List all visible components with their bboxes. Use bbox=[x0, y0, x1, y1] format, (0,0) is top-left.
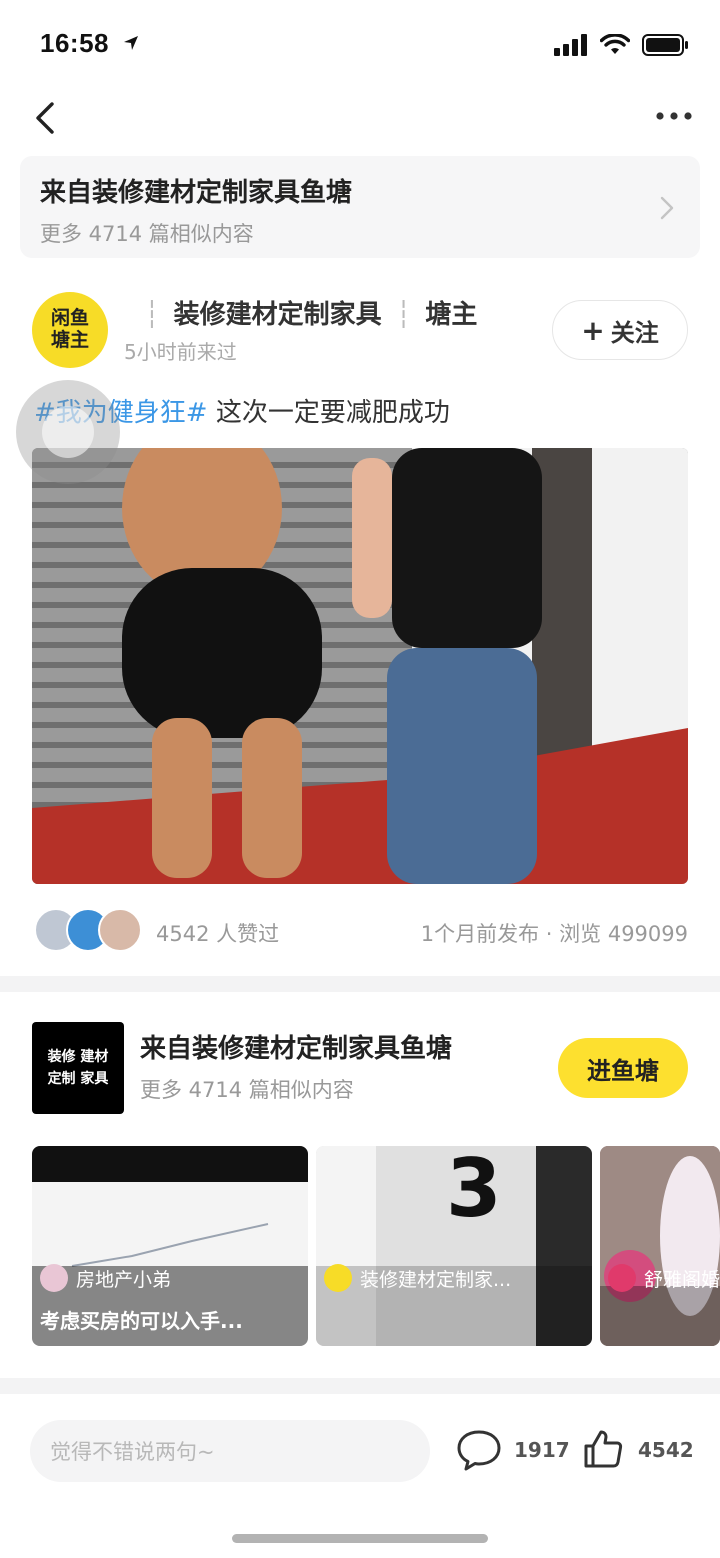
comment-input[interactable]: 觉得不错说两句~ bbox=[30, 1420, 430, 1482]
related-post-author-name: 舒雅阁婚 bbox=[644, 1268, 720, 1291]
author-role: 塘主 bbox=[425, 300, 478, 330]
enter-pond-button[interactable]: 进鱼塘 bbox=[558, 1038, 688, 1098]
related-post-card[interactable]: 舒雅阁婚 bbox=[600, 1146, 720, 1346]
location-arrow-icon bbox=[124, 36, 138, 50]
section-divider bbox=[0, 976, 720, 992]
like-count: 4542 bbox=[638, 1438, 694, 1462]
svg-text:3: 3 bbox=[446, 1146, 502, 1235]
plus-icon: + bbox=[581, 313, 605, 347]
related-post-author: 装修建材定制家... bbox=[324, 1264, 511, 1292]
post-stats: 4542 人赞过 1个月前发布 · 浏览 499099 bbox=[0, 900, 720, 962]
wedding-thumbnail bbox=[600, 1146, 720, 1346]
pond-logo-line2: 定制 家具 bbox=[47, 1071, 109, 1087]
author-line[interactable]: ┆ 装修建材定制家具 ┆ 塘主 bbox=[130, 294, 477, 331]
separator: ┆ bbox=[395, 300, 412, 330]
pond-section: 装修 建材 定制 家具 来自装修建材定制家具鱼塘 更多 4714 篇相似内容 进… bbox=[0, 992, 720, 1378]
author-mini-avatar bbox=[40, 1264, 68, 1292]
thumbs-up-icon[interactable] bbox=[582, 1428, 624, 1470]
follow-label: 关注 bbox=[610, 318, 659, 347]
pond-title: 来自装修建材定制家具鱼塘 bbox=[140, 1034, 453, 1064]
more-options-icon[interactable] bbox=[654, 104, 694, 128]
author-mini-avatar bbox=[324, 1264, 352, 1292]
signal-icon bbox=[554, 34, 587, 56]
liker-avatars[interactable] bbox=[34, 908, 144, 954]
related-post-caption: 考虑买房的可以入手... bbox=[40, 1309, 243, 1333]
related-post-author: 房地产小弟 bbox=[40, 1264, 171, 1292]
status-time: 16:58 bbox=[40, 28, 109, 58]
author-avatar[interactable]: 闲鱼 塘主 bbox=[32, 292, 108, 368]
status-indicators bbox=[554, 34, 690, 56]
author-name: 装修建材定制家具 bbox=[173, 300, 382, 330]
status-bar: 16:58 bbox=[0, 0, 720, 90]
related-post-author-name: 房地产小弟 bbox=[76, 1268, 172, 1291]
wifi-icon bbox=[600, 34, 630, 54]
assistive-touch-button[interactable] bbox=[16, 380, 120, 484]
chevron-right-icon bbox=[660, 196, 674, 220]
related-post-card[interactable]: 房地产小弟 考虑买房的可以入手... bbox=[32, 1146, 308, 1346]
related-post-card[interactable]: 3 装修建材定制家... bbox=[316, 1146, 592, 1346]
pond-subtitle: 更多 4714 篇相似内容 bbox=[140, 1078, 354, 1102]
avatar-text-line2: 塘主 bbox=[50, 329, 89, 351]
author-last-seen: 5小时前来过 bbox=[124, 340, 237, 364]
post-body: 这次一定要减肥成功 bbox=[207, 398, 450, 428]
source-pond-title: 来自装修建材定制家具鱼塘 bbox=[40, 178, 353, 208]
related-post-author-name: 装修建材定制家... bbox=[360, 1268, 512, 1291]
liker-avatar bbox=[98, 908, 142, 952]
pond-logo-line1: 装修 建材 bbox=[47, 1048, 109, 1065]
battery-icon bbox=[642, 34, 688, 56]
follow-button[interactable]: + 关注 bbox=[552, 300, 688, 360]
post-photo bbox=[32, 448, 688, 884]
nav-bar bbox=[0, 90, 720, 146]
back-arrow-icon[interactable] bbox=[28, 98, 68, 138]
publish-info: 1个月前发布 · 浏览 499099 bbox=[420, 922, 688, 946]
post-image[interactable] bbox=[32, 448, 688, 884]
post-header: 闲鱼 塘主 ┆ 装修建材定制家具 ┆ 塘主 5小时前来过 + 关注 bbox=[0, 280, 720, 380]
separator: ┆ bbox=[144, 300, 160, 330]
comment-icon[interactable] bbox=[456, 1428, 502, 1472]
related-posts: 房地产小弟 考虑买房的可以入手... 3 装修建材定制家... 舒雅阁婚 bbox=[32, 1146, 720, 1346]
related-post-author: 舒雅阁婚 bbox=[608, 1264, 720, 1292]
comment-count: 1917 bbox=[514, 1438, 570, 1462]
author-mini-avatar bbox=[608, 1264, 636, 1292]
jersey-thumbnail: 3 bbox=[316, 1146, 592, 1346]
section-divider bbox=[0, 1378, 720, 1394]
pond-logo[interactable]: 装修 建材 定制 家具 bbox=[32, 1022, 124, 1114]
home-indicator[interactable] bbox=[232, 1534, 488, 1543]
bottom-action-bar: 觉得不错说两句~ 1917 4542 bbox=[0, 1394, 720, 1558]
avatar-text-line1: 闲鱼 bbox=[50, 307, 89, 330]
source-pond-card[interactable]: 来自装修建材定制家具鱼塘 更多 4714 篇相似内容 bbox=[20, 156, 700, 258]
source-pond-subtitle: 更多 4714 篇相似内容 bbox=[40, 222, 254, 246]
likes-count: 4542 人赞过 bbox=[156, 922, 280, 946]
